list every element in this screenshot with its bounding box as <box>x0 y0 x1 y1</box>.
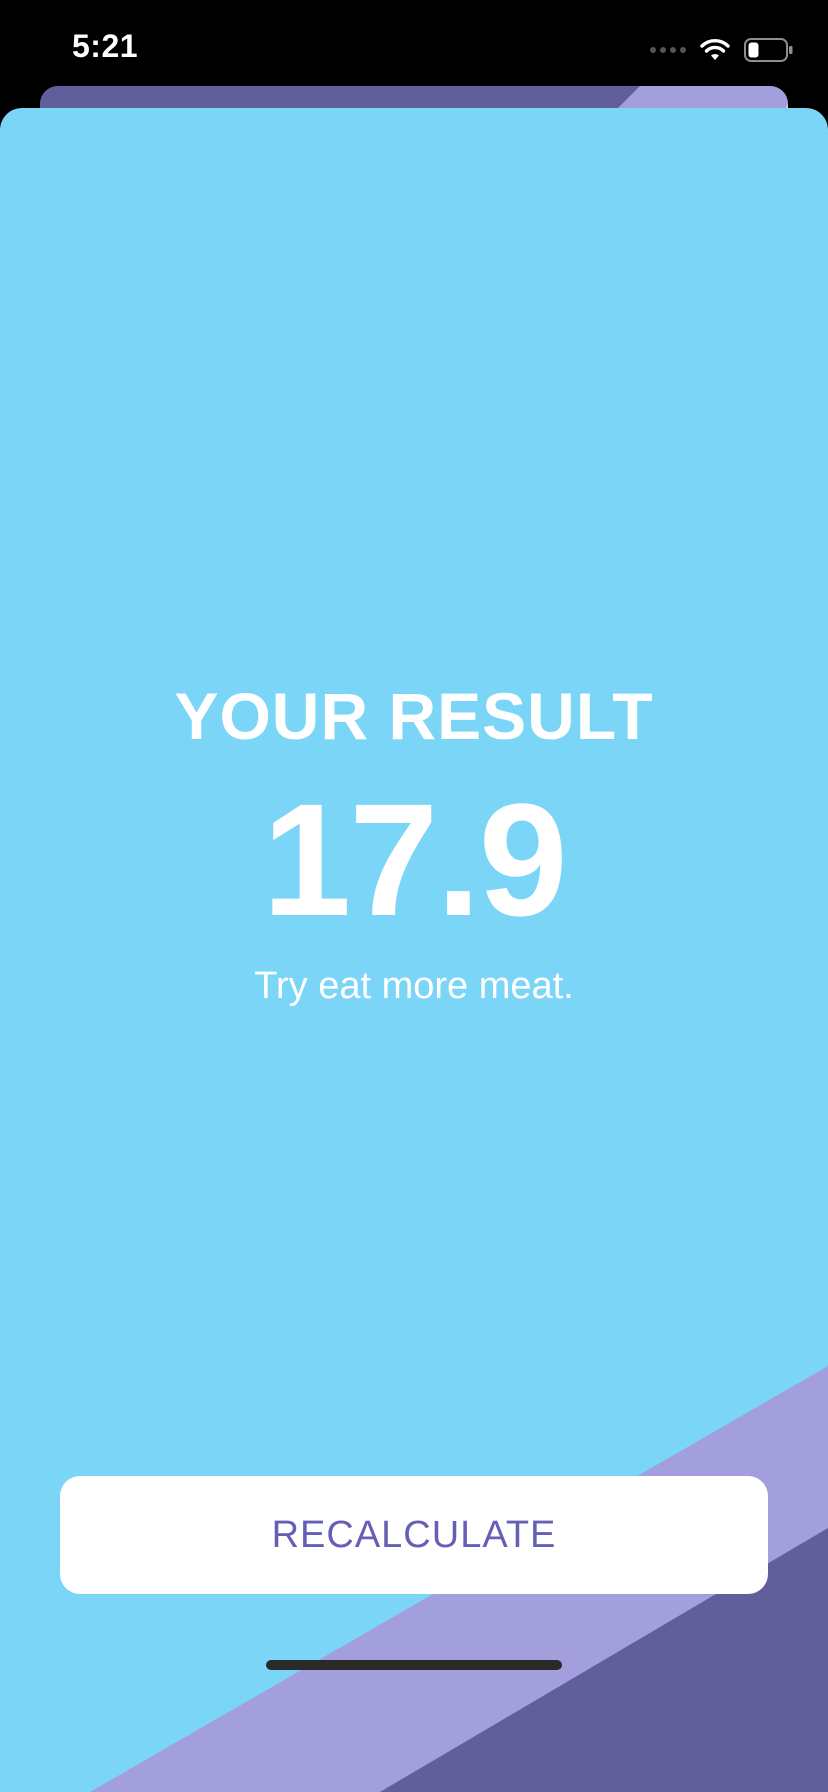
result-advice: Try eat more meat. <box>254 965 574 1007</box>
status-icons <box>650 36 794 64</box>
result-title: YOUR RESULT <box>174 679 654 753</box>
cellular-signal-icon <box>650 47 686 53</box>
recalculate-button[interactable]: RECALCULATE <box>60 1476 768 1594</box>
battery-icon <box>744 38 793 62</box>
home-indicator <box>266 1660 562 1670</box>
result-value: 17.9 <box>262 770 567 949</box>
wifi-icon <box>700 39 730 60</box>
status-bar: 5:21 <box>0 0 828 88</box>
status-time: 5:21 <box>72 28 139 64</box>
